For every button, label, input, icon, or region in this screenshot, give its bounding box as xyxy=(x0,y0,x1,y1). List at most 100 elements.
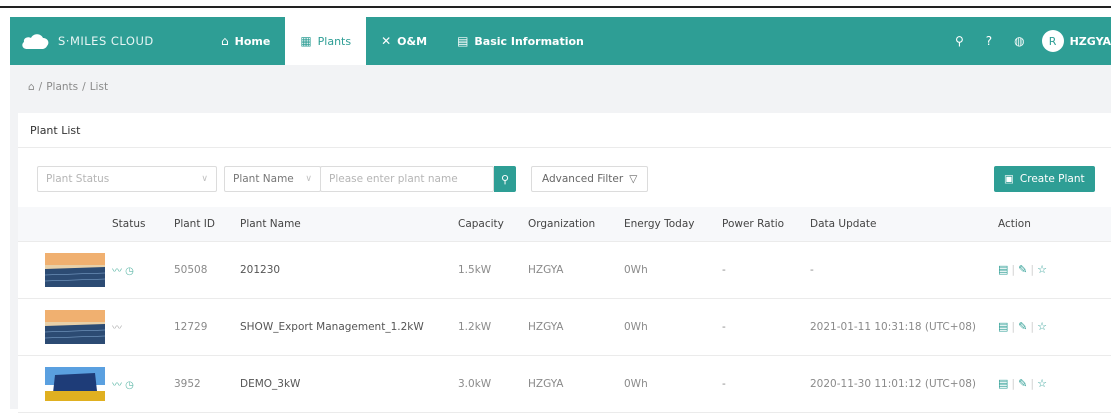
nav-home-label: Home xyxy=(234,34,271,48)
energy-today: 0Wh xyxy=(624,355,722,413)
plant-name-search-input[interactable]: Please enter plant name xyxy=(320,166,494,192)
edit-icon[interactable]: ✎ xyxy=(1018,320,1027,333)
action-cell: ▤ | ✎ | ☆ xyxy=(998,355,1111,413)
nav-om-label: O&M xyxy=(397,34,428,48)
col-action: Action xyxy=(998,207,1111,242)
create-plant-button[interactable]: ▣ Create Plant xyxy=(994,166,1095,192)
col-status: Status xyxy=(112,207,174,242)
plant-name-link[interactable]: DEMO_3kW xyxy=(240,355,458,413)
col-data-update: Data Update xyxy=(810,207,998,242)
plant-name-field-select[interactable]: Plant Name ∨ xyxy=(224,166,321,192)
star-icon[interactable]: ☆ xyxy=(1037,263,1047,276)
nav-plants-label: Plants xyxy=(317,34,352,48)
plant-name-link[interactable]: 201230 xyxy=(240,241,458,299)
thumbnail-cell xyxy=(18,355,112,413)
search-button[interactable]: ⚲ xyxy=(494,166,516,192)
star-icon[interactable]: ☆ xyxy=(1037,320,1047,333)
search-icon: ⚲ xyxy=(500,172,510,186)
data-update: 2020-11-30 11:01:12 (UTC+08) xyxy=(810,355,998,413)
document-icon: ▤ xyxy=(457,34,469,48)
status-cell: 〰 ◷ xyxy=(112,241,174,299)
capacity: 3.0kW xyxy=(458,355,528,413)
plant-id: 50508 xyxy=(174,241,240,299)
data-update: 2021-01-11 10:31:18 (UTC+08) xyxy=(810,298,998,356)
status-cell: 〰 ◷ xyxy=(112,355,174,413)
advanced-filter-button[interactable]: Advanced Filter ▽ xyxy=(531,166,649,192)
offline-status-icon: 〰 xyxy=(112,323,122,334)
report-icon[interactable]: ▤ xyxy=(998,377,1008,390)
star-icon[interactable]: ☆ xyxy=(1037,377,1047,390)
nav-plants[interactable]: ▦ Plants xyxy=(285,17,367,65)
online-status-icon: 〰 ◷ xyxy=(112,380,134,391)
brand-logo[interactable]: S·MILES CLOUD xyxy=(20,32,206,50)
breadcrumb-plants[interactable]: Plants xyxy=(46,81,78,93)
top-navbar: S·MILES CLOUD ⌂ Home ▦ Plants ✕ O&M ▤ Ba… xyxy=(10,17,1111,65)
tools-icon: ✕ xyxy=(381,34,392,48)
power-ratio: - xyxy=(722,355,810,413)
solar-panel-thumbnail xyxy=(45,309,105,344)
organization: HZGYA xyxy=(528,355,624,413)
home-breadcrumb-icon[interactable]: ⌂ xyxy=(28,81,35,93)
main-content: ⌂ / Plants / List Plant List Plant Statu… xyxy=(10,65,1111,413)
breadcrumb-separator: / xyxy=(38,81,43,93)
energy-today: 0Wh xyxy=(624,241,722,299)
brand-name: S·MILES CLOUD xyxy=(58,34,154,48)
plants-icon: ▦ xyxy=(300,34,312,48)
edit-icon[interactable]: ✎ xyxy=(1018,377,1027,390)
breadcrumb-separator: / xyxy=(82,81,86,93)
breadcrumb-list: List xyxy=(89,81,109,93)
filter-icon: ▽ xyxy=(629,173,638,185)
col-power-ratio: Power Ratio xyxy=(722,207,810,242)
report-icon[interactable]: ▤ xyxy=(998,263,1008,276)
energy-today: 0Wh xyxy=(624,298,722,356)
col-plant-name: Plant Name xyxy=(240,207,458,242)
plant-list-card: Plant List Plant Status ∨ Plant Name ∨ P… xyxy=(18,113,1111,413)
col-thumbnail xyxy=(18,207,112,242)
search-placeholder: Please enter plant name xyxy=(329,173,458,185)
thumbnail-cell xyxy=(18,298,112,356)
plant-id: 3952 xyxy=(174,355,240,413)
solar-panel-thumbnail xyxy=(45,252,105,287)
nav-om[interactable]: ✕ O&M xyxy=(366,17,442,65)
search-icon[interactable]: ⚲ xyxy=(955,34,964,48)
capacity: 1.5kW xyxy=(458,241,528,299)
plant-status-placeholder: Plant Status xyxy=(46,173,110,185)
organization: HZGYA xyxy=(528,241,624,299)
breadcrumb: ⌂ / Plants / List xyxy=(28,81,112,93)
nav-home[interactable]: ⌂ Home xyxy=(206,17,285,65)
table-row[interactable]: 〰 ◷ 3952 DEMO_3kW 3.0kW HZGYA 0Wh - 2020… xyxy=(18,355,1111,413)
help-icon[interactable]: ? xyxy=(986,34,992,48)
user-name[interactable]: HZGYA xyxy=(1070,35,1111,48)
table-header-row: Status Plant ID Plant Name Capacity Orga… xyxy=(18,207,1111,242)
create-plant-icon: ▣ xyxy=(1004,173,1014,185)
plant-name-link[interactable]: SHOW_Export Management_1.2kW xyxy=(240,298,458,356)
chevron-down-icon: ∨ xyxy=(305,174,312,184)
solar-panel-thumbnail xyxy=(45,366,105,401)
plant-id: 12729 xyxy=(174,298,240,356)
edit-icon[interactable]: ✎ xyxy=(1018,263,1027,276)
capacity: 1.2kW xyxy=(458,298,528,356)
chevron-down-icon: ∨ xyxy=(201,174,208,184)
avatar[interactable]: R xyxy=(1041,30,1064,52)
power-ratio: - xyxy=(722,241,810,299)
report-icon[interactable]: ▤ xyxy=(998,320,1008,333)
col-capacity: Capacity xyxy=(458,207,528,242)
home-icon: ⌂ xyxy=(221,34,229,48)
col-plant-id: Plant ID xyxy=(174,207,240,242)
nav-basic-information[interactable]: ▤ Basic Information xyxy=(442,17,599,65)
table-row[interactable]: 〰 ◷ 50508 201230 1.5kW HZGYA 0Wh - - ▤ | ✎… xyxy=(18,241,1111,299)
status-cell: 〰 xyxy=(112,298,174,356)
table-row[interactable]: 〰 12729 SHOW_Export Management_1.2kW 1.2… xyxy=(18,298,1111,356)
nav-basic-information-label: Basic Information xyxy=(474,34,584,48)
card-title: Plant List xyxy=(18,113,1111,148)
data-update: - xyxy=(810,241,998,299)
action-cell: ▤ | ✎ | ☆ xyxy=(998,241,1111,299)
thumbnail-cell xyxy=(18,241,112,299)
plant-table: Status Plant ID Plant Name Capacity Orga… xyxy=(18,207,1111,413)
globe-icon[interactable]: ◍ xyxy=(1014,34,1024,48)
col-organization: Organization xyxy=(528,207,624,242)
plant-status-select[interactable]: Plant Status ∨ xyxy=(37,166,217,192)
power-ratio: - xyxy=(722,298,810,356)
plant-name-field-label: Plant Name xyxy=(233,173,294,185)
create-plant-label: Create Plant xyxy=(1019,173,1085,185)
